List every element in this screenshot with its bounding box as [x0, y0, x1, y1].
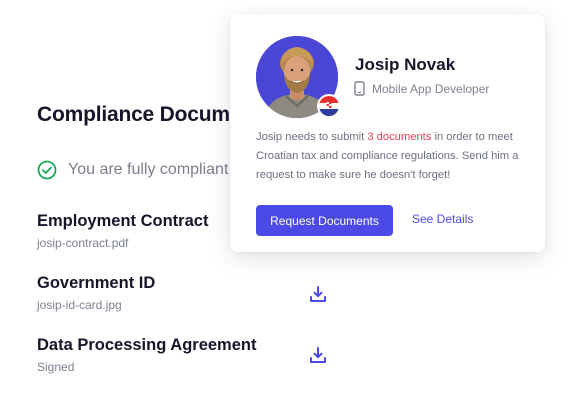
documents-count-highlight: 3 documents — [367, 131, 432, 143]
document-filename: josip-id-card.jpg — [37, 298, 122, 312]
croatia-flag-icon — [317, 94, 341, 118]
document-title: Data Processing Agreement — [37, 336, 257, 354]
document-status: Signed — [37, 360, 75, 374]
document-item-government-id: Government ID josip-id-card.jpg — [37, 274, 155, 312]
document-item-data-processing-agreement: Data Processing Agreement Signed — [37, 336, 256, 374]
profile-description: Josip needs to submit 3 documents in ord… — [256, 128, 526, 185]
document-item-employment-contract: Employment Contract josip-contract.pdf — [37, 212, 208, 250]
document-title: Employment Contract — [37, 212, 209, 230]
description-text: Josip needs to submit — [256, 131, 368, 143]
download-icon[interactable] — [306, 343, 330, 367]
see-details-link[interactable]: See Details — [412, 212, 473, 226]
request-documents-button[interactable]: Request Documents — [256, 205, 393, 236]
status-text: You are fully compliant — [68, 161, 229, 178]
profile-card: Josip Novak Mobile App Developer Josip n… — [230, 14, 545, 252]
profile-role: Mobile App Developer — [354, 81, 489, 96]
document-filename: josip-contract.pdf — [37, 236, 129, 250]
profile-name: Josip Novak — [355, 55, 456, 74]
document-title: Government ID — [37, 274, 156, 292]
profile-role-text: Mobile App Developer — [372, 81, 490, 96]
compliance-status: You are fully compliant — [37, 160, 228, 180]
check-circle-icon — [37, 160, 57, 180]
mobile-phone-icon — [354, 81, 365, 96]
avatar — [256, 36, 341, 118]
download-icon[interactable] — [306, 282, 330, 306]
